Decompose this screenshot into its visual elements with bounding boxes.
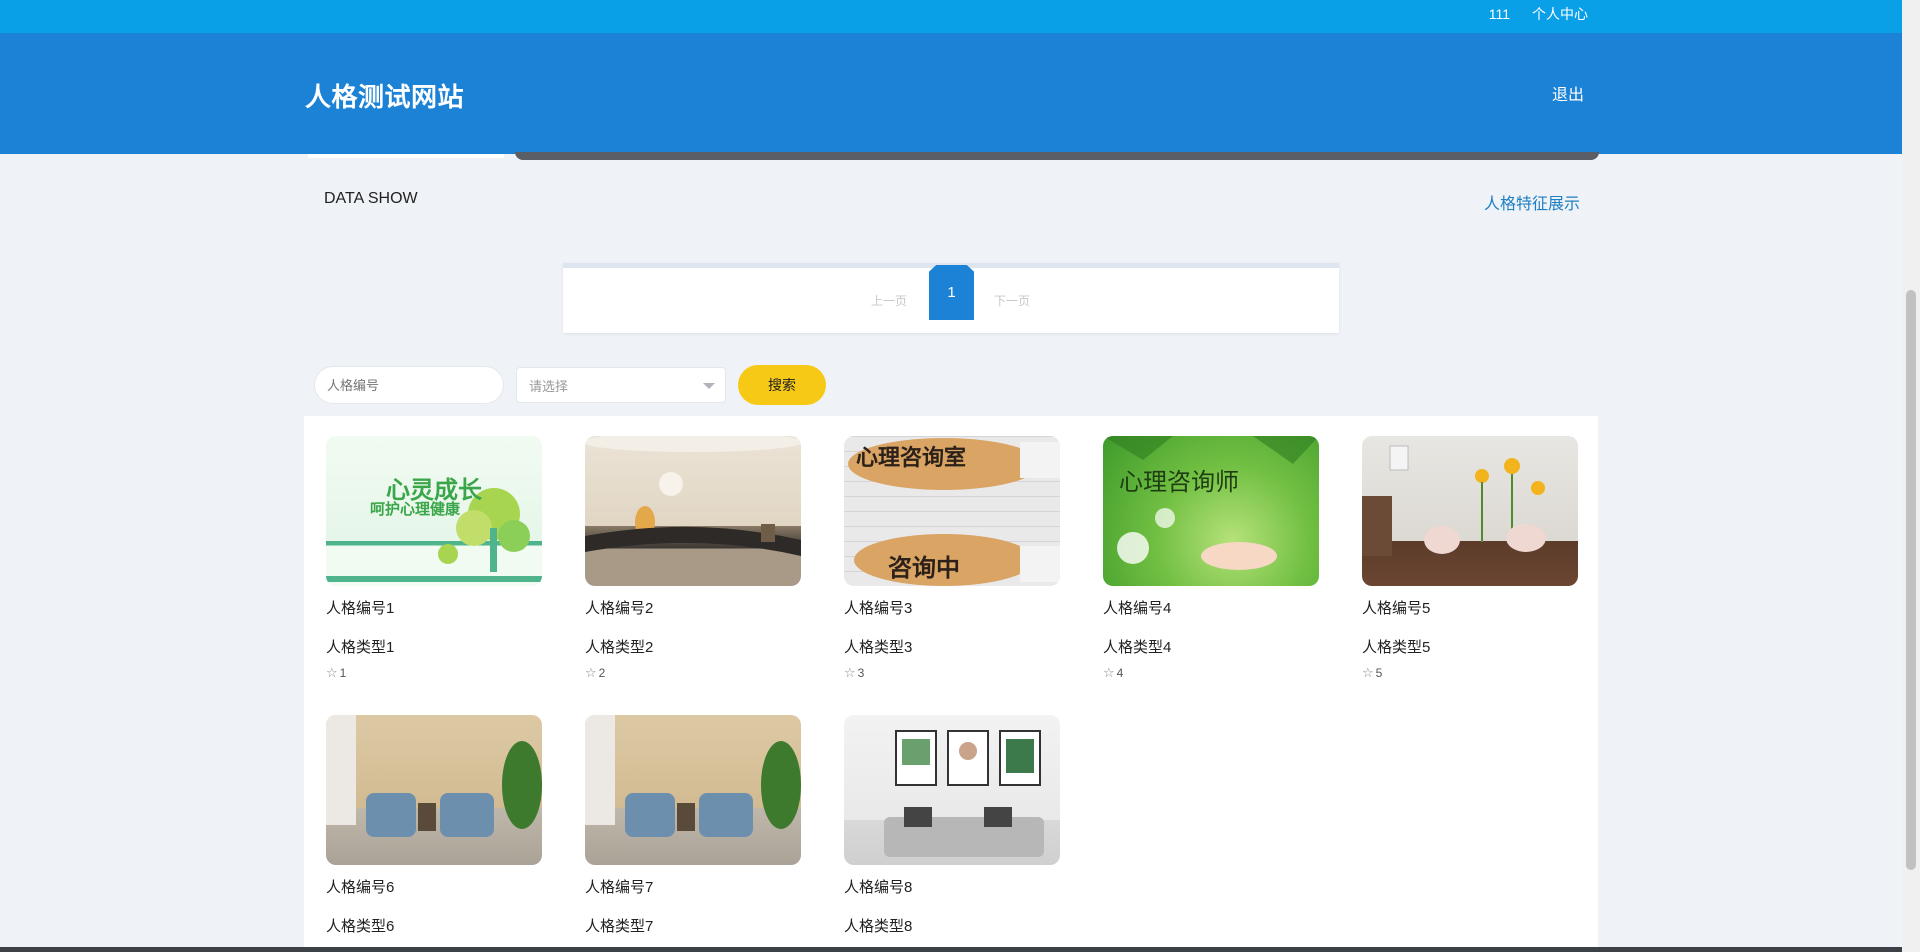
card-image[interactable] [585, 715, 801, 865]
star-icon: ☆ [585, 665, 597, 680]
armchairs-room-illustration [326, 715, 542, 837]
poster-headline: 心理咨询师 [1119, 468, 1239, 496]
list-item[interactable]: 心灵成长 呵护心理健康 人格编号1 人格类型1 ☆ 1 [326, 436, 542, 680]
card-name: 人格编号7 [585, 879, 654, 896]
list-item[interactable]: 人格编号7 人格类型7 [585, 715, 801, 935]
favorite-count[interactable]: ☆ 5 [1362, 665, 1382, 681]
star-icon: ☆ [1103, 665, 1115, 680]
list-item[interactable]: 心理咨询室 咨询中 人格编号3 人格类型3 ☆ 3 [844, 436, 1060, 680]
card-image[interactable] [585, 436, 801, 586]
favorite-count[interactable]: ☆ 1 [326, 665, 346, 681]
sunflower-room-illustration [1362, 445, 1546, 556]
card-name: 人格编号6 [326, 879, 395, 896]
list-item[interactable]: 人格编号6 人格类型6 [326, 715, 542, 935]
card-name: 人格编号2 [585, 600, 654, 617]
section-header: DATA SHOW 人格特征展示 [304, 186, 1598, 216]
site-header: 人格测试网站 退出 [0, 33, 1902, 154]
sign-bottom-text: 咨询中 [888, 554, 960, 582]
card-name: 人格编号3 [844, 600, 913, 617]
card-name: 人格编号8 [844, 879, 913, 896]
section-title: DATA SHOW [324, 190, 418, 207]
type-select[interactable]: 请选择 [516, 367, 726, 403]
sign-top-text: 心理咨询室 [856, 446, 967, 471]
list-item[interactable]: 人格编号8 人格类型8 [844, 715, 1060, 935]
card-type: 人格类型7 [585, 918, 654, 935]
card-image[interactable]: 心灵成长 呵护心理健康 [326, 436, 542, 586]
star-icon: ☆ [326, 665, 338, 680]
username-link[interactable]: 111 [1489, 6, 1510, 22]
top-links: 111 个人中心 [1489, 0, 1588, 28]
personality-id-input[interactable] [314, 366, 504, 404]
prev-page-button[interactable]: 上一页 [871, 292, 907, 309]
card-image[interactable]: 心理咨询师 [1103, 436, 1319, 586]
card-name: 人格编号1 [326, 600, 395, 617]
chevron-down-icon [703, 383, 715, 389]
favorite-count[interactable]: ☆ 4 [1103, 665, 1123, 681]
sofa-gallery-illustration [884, 730, 1044, 857]
list-item[interactable]: 人格编号5 人格类型5 ☆ 5 [1362, 436, 1578, 680]
dandelion-hands-illustration [1103, 436, 1319, 570]
lobby-illustration [585, 436, 801, 556]
section-more-link[interactable]: 人格特征展示 [1484, 190, 1580, 214]
top-bar: 111 个人中心 [0, 0, 1902, 33]
card-type: 人格类型1 [326, 639, 395, 656]
scrollbar-thumb[interactable] [1906, 290, 1916, 870]
page-number-current[interactable]: 1 [929, 265, 974, 320]
star-icon: ☆ [844, 665, 856, 680]
poster-subheadline: 呵护心理健康 [370, 500, 461, 518]
card-type: 人格类型2 [585, 639, 654, 656]
card-type: 人格类型4 [1103, 639, 1172, 656]
list-item[interactable]: 人格编号2 人格类型2 ☆ 2 [585, 436, 801, 680]
card-grid: 心灵成长 呵护心理健康 人格编号1 人格类型1 ☆ 1 人格编号2 人格类型2 ☆… [304, 416, 1598, 952]
type-select-value: 请选择 [529, 378, 569, 394]
armchairs-room-illustration [585, 715, 801, 837]
taskbar-edge [0, 947, 1902, 952]
card-type: 人格类型3 [844, 639, 913, 656]
card-image[interactable] [1362, 436, 1578, 586]
card-name: 人格编号4 [1103, 600, 1172, 617]
banner-bottom-edge [515, 152, 1599, 160]
card-image[interactable] [326, 715, 542, 865]
site-title[interactable]: 人格测试网站 [305, 77, 464, 114]
card-type: 人格类型6 [326, 918, 395, 935]
card-image[interactable]: 心理咨询室 咨询中 [844, 436, 1060, 586]
favorite-count[interactable]: ☆ 3 [844, 665, 864, 681]
logout-link[interactable]: 退出 [1552, 81, 1584, 105]
pagination: 上一页 1 下一页 [563, 263, 1339, 333]
card-image[interactable] [844, 715, 1060, 865]
nav-underline [308, 154, 504, 158]
profile-link[interactable]: 个人中心 [1532, 4, 1588, 24]
favorite-count[interactable]: ☆ 2 [585, 665, 605, 681]
list-item[interactable]: 心理咨询师 人格编号4 人格类型4 ☆ 4 [1103, 436, 1319, 680]
card-type: 人格类型5 [1362, 639, 1431, 656]
next-page-button[interactable]: 下一页 [994, 292, 1030, 309]
card-name: 人格编号5 [1362, 600, 1431, 617]
search-bar: 请选择 搜索 [314, 365, 826, 405]
card-type: 人格类型8 [844, 918, 913, 935]
search-button[interactable]: 搜索 [738, 365, 826, 405]
page-scrollbar[interactable] [1902, 0, 1920, 952]
star-icon: ☆ [1362, 665, 1374, 680]
